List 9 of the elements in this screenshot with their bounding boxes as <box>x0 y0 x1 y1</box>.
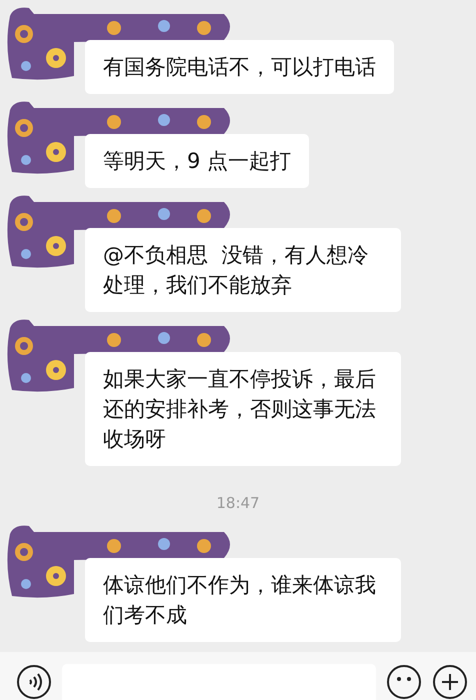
timestamp: 18:47 <box>216 494 260 512</box>
message-bubble: 体谅他们不作为，谁来体谅我们考不成 <box>85 558 401 642</box>
message-bubble: @不负相思 没错，有人想冷处理，我们不能放弃 <box>85 228 401 312</box>
plus-icon[interactable] <box>432 664 468 700</box>
message-bubble: 如果大家一直不停投诉，最后还的安排补考，否则这事无法收场呀 <box>85 352 401 466</box>
message-bubble: 有国务院电话不，可以打电话 <box>85 40 394 94</box>
smiley-icon[interactable] <box>386 664 422 700</box>
message-bubble: 等明天，9 点一起打 <box>85 134 310 188</box>
voice-icon[interactable] <box>16 664 52 700</box>
